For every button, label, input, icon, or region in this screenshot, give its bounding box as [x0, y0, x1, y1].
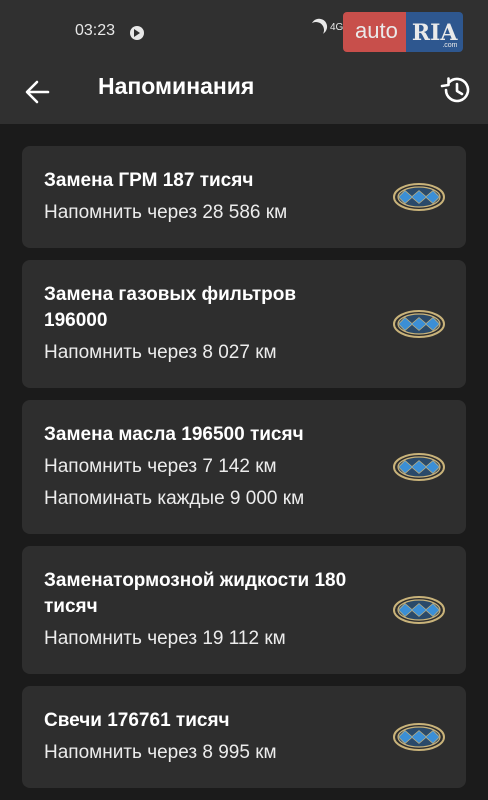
- signal-indicator: 4G: [330, 22, 344, 33]
- car-brand-logo-icon: [393, 723, 445, 751]
- watermark-auto: auto: [343, 12, 406, 52]
- do-not-disturb-icon: [306, 20, 327, 41]
- autoria-watermark: auto RIA .com: [343, 12, 477, 54]
- reminder-line: Напомнить через 28 586 км: [44, 202, 288, 223]
- app-bar: Напоминания: [0, 64, 488, 124]
- status-time: 03:23: [75, 22, 116, 39]
- reminder-details: Напомнить через 19 112 км: [44, 626, 356, 652]
- reminder-details: Напомнить через 8 995 км: [44, 740, 356, 766]
- reminder-card[interactable]: Замена ГРМ 187 тисяч Напомнить через 28 …: [22, 146, 466, 248]
- watermark-com: .com: [442, 42, 458, 49]
- reminder-card[interactable]: Замена газовых фильтров 196000 Напомнить…: [22, 260, 466, 388]
- car-brand-logo-icon: [393, 596, 445, 624]
- reminder-list: Замена ГРМ 187 тисяч Напомнить через 28 …: [22, 146, 466, 800]
- reminder-title: Свечи 176761 тисяч: [44, 710, 230, 731]
- status-bar: 03:23 4G auto RIA .com: [0, 0, 488, 64]
- arrow-left-icon: [25, 80, 50, 104]
- reminder-card[interactable]: Заменатормозной жидкости 180 тисяч Напом…: [22, 546, 466, 674]
- reminder-line: Напомнить через 8 995 км: [44, 742, 277, 763]
- car-brand-logo-icon: [393, 183, 445, 211]
- history-icon: [440, 77, 470, 103]
- history-button[interactable]: [436, 70, 476, 110]
- page-title: Напоминания: [98, 73, 255, 99]
- car-brand-logo-icon: [393, 453, 445, 481]
- reminder-card[interactable]: Замена масла 196500 тисяч Напомнить чере…: [22, 400, 466, 534]
- car-brand-logo-icon: [393, 310, 445, 338]
- reminder-card[interactable]: Свечи 176761 тисяч Напомнить через 8 995…: [22, 686, 466, 788]
- reminder-title: Заменатормозной жидкости 180 тисяч: [44, 570, 347, 617]
- navigation-icon: [130, 26, 144, 40]
- watermark-ria: RIA .com: [405, 12, 464, 52]
- back-button[interactable]: [18, 72, 58, 112]
- reminder-title: Замена ГРМ 187 тисяч: [44, 170, 254, 191]
- reminder-line: Напомнить через 19 112 км: [44, 628, 286, 649]
- reminder-line: Напоминать каждые 9 000 км: [44, 488, 305, 509]
- reminder-line: Напомнить через 7 142 км: [44, 456, 277, 477]
- reminder-details: Напомнить через 7 142 км Напоминать кажды…: [44, 454, 356, 512]
- reminder-line: Напомнить через 8 027 км: [44, 342, 277, 363]
- reminder-details: Напомнить через 8 027 км: [44, 340, 356, 366]
- reminder-title: Замена масла 196500 тисяч: [44, 424, 304, 445]
- reminder-details: Напомнить через 28 586 км: [44, 200, 356, 226]
- reminder-title: Замена газовых фильтров 196000: [44, 284, 297, 331]
